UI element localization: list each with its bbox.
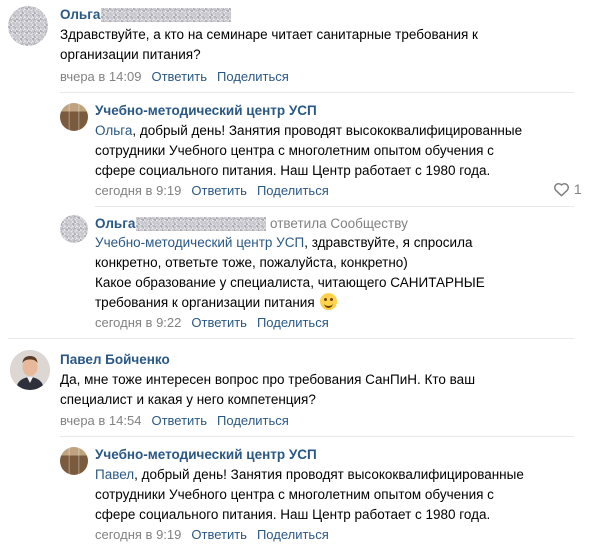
redacted-surname [101, 8, 231, 22]
comment-text-line: Да, мне тоже интересен вопрос про требов… [60, 372, 476, 387]
avatar[interactable] [60, 447, 88, 475]
avatar[interactable] [60, 103, 88, 131]
comment-text-line: специалист и какая у него компетенция? [60, 392, 316, 407]
comment-meta: сегодня в 9:22 Ответить Поделиться [95, 315, 329, 330]
comment-time[interactable]: сегодня в 9:19 [95, 183, 181, 198]
comment-time[interactable]: вчера в 14:09 [60, 69, 141, 84]
avatar[interactable] [10, 350, 50, 390]
share-link[interactable]: Поделиться [257, 315, 329, 330]
separator [8, 338, 574, 339]
avatar[interactable] [8, 6, 48, 46]
replied-to-label[interactable]: ответила Сообществу [270, 216, 408, 231]
like-count: 1 [573, 181, 582, 197]
separator [60, 92, 574, 93]
redacted-surname [136, 217, 266, 231]
comment-text-line: организации питания? [60, 47, 201, 62]
comment-time[interactable]: сегодня в 9:19 [95, 527, 181, 542]
comment-text-line: Павел, добрый день! Занятия проводят выс… [95, 467, 524, 482]
reply-link[interactable]: Ответить [151, 69, 207, 84]
comment-text-line: Ольга, добрый день! Занятия проводят выс… [95, 123, 523, 138]
comment-author[interactable]: Павел Бойченко [60, 352, 170, 367]
person-photo [10, 350, 50, 390]
comment-text-line: требования к организации питания [95, 293, 338, 313]
comment-text-line: сотрудники Учебного центра с многолетним… [95, 143, 494, 158]
comment-meta: сегодня в 9:19 Ответить Поделиться [95, 183, 329, 198]
comment-author[interactable]: Учебно-методический центр УСП [95, 103, 317, 118]
share-link[interactable]: Поделиться [217, 69, 289, 84]
mention-link[interactable]: Павел [95, 467, 134, 482]
like-button[interactable]: 1 [553, 181, 582, 197]
comment-meta: вчера в 14:09 Ответить Поделиться [60, 69, 289, 84]
comment-time[interactable]: вчера в 14:54 [60, 413, 141, 428]
comment-text-line: Какое образование у специалиста, читающе… [95, 275, 485, 290]
comment-author[interactable]: Ольга [60, 7, 100, 22]
comment-author[interactable]: Ольга [95, 216, 135, 231]
share-link[interactable]: Поделиться [217, 413, 289, 428]
reply-link[interactable]: Ответить [191, 315, 247, 330]
share-link[interactable]: Поделиться [257, 527, 329, 542]
comment-text-line: сфере социального питания. Наш Центр раб… [95, 507, 491, 522]
separator [60, 436, 574, 437]
reply-link[interactable]: Ответить [191, 527, 247, 542]
comment-text-line: сфере социального питания. Наш Центр раб… [95, 163, 491, 178]
mention-link[interactable]: Ольга [95, 123, 132, 138]
smiling-face-emoji [320, 293, 338, 310]
comment-text-line: Учебно-методический центр УСП, здравству… [95, 235, 473, 250]
reply-link[interactable]: Ответить [191, 183, 247, 198]
comment-meta: сегодня в 9:19 Ответить Поделиться [95, 527, 329, 542]
comment-time[interactable]: сегодня в 9:22 [95, 315, 181, 330]
comment-text-line: конкретно, ответьте тоже, пожалуйста, ко… [95, 255, 408, 270]
mention-link[interactable]: Учебно-методический центр УСП [95, 235, 304, 250]
reply-link[interactable]: Ответить [151, 413, 207, 428]
share-link[interactable]: Поделиться [257, 183, 329, 198]
separator [95, 206, 574, 207]
comment-text-line: сотрудники Учебного центра с многолетним… [95, 487, 494, 502]
avatar[interactable] [60, 215, 88, 243]
heart-outline-icon [553, 182, 570, 197]
comment-author[interactable]: Учебно-методический центр УСП [95, 447, 317, 462]
comment-text-line: Здравствуйте, а кто на семинаре читает с… [60, 27, 478, 42]
comment-meta: вчера в 14:54 Ответить Поделиться [60, 413, 289, 428]
